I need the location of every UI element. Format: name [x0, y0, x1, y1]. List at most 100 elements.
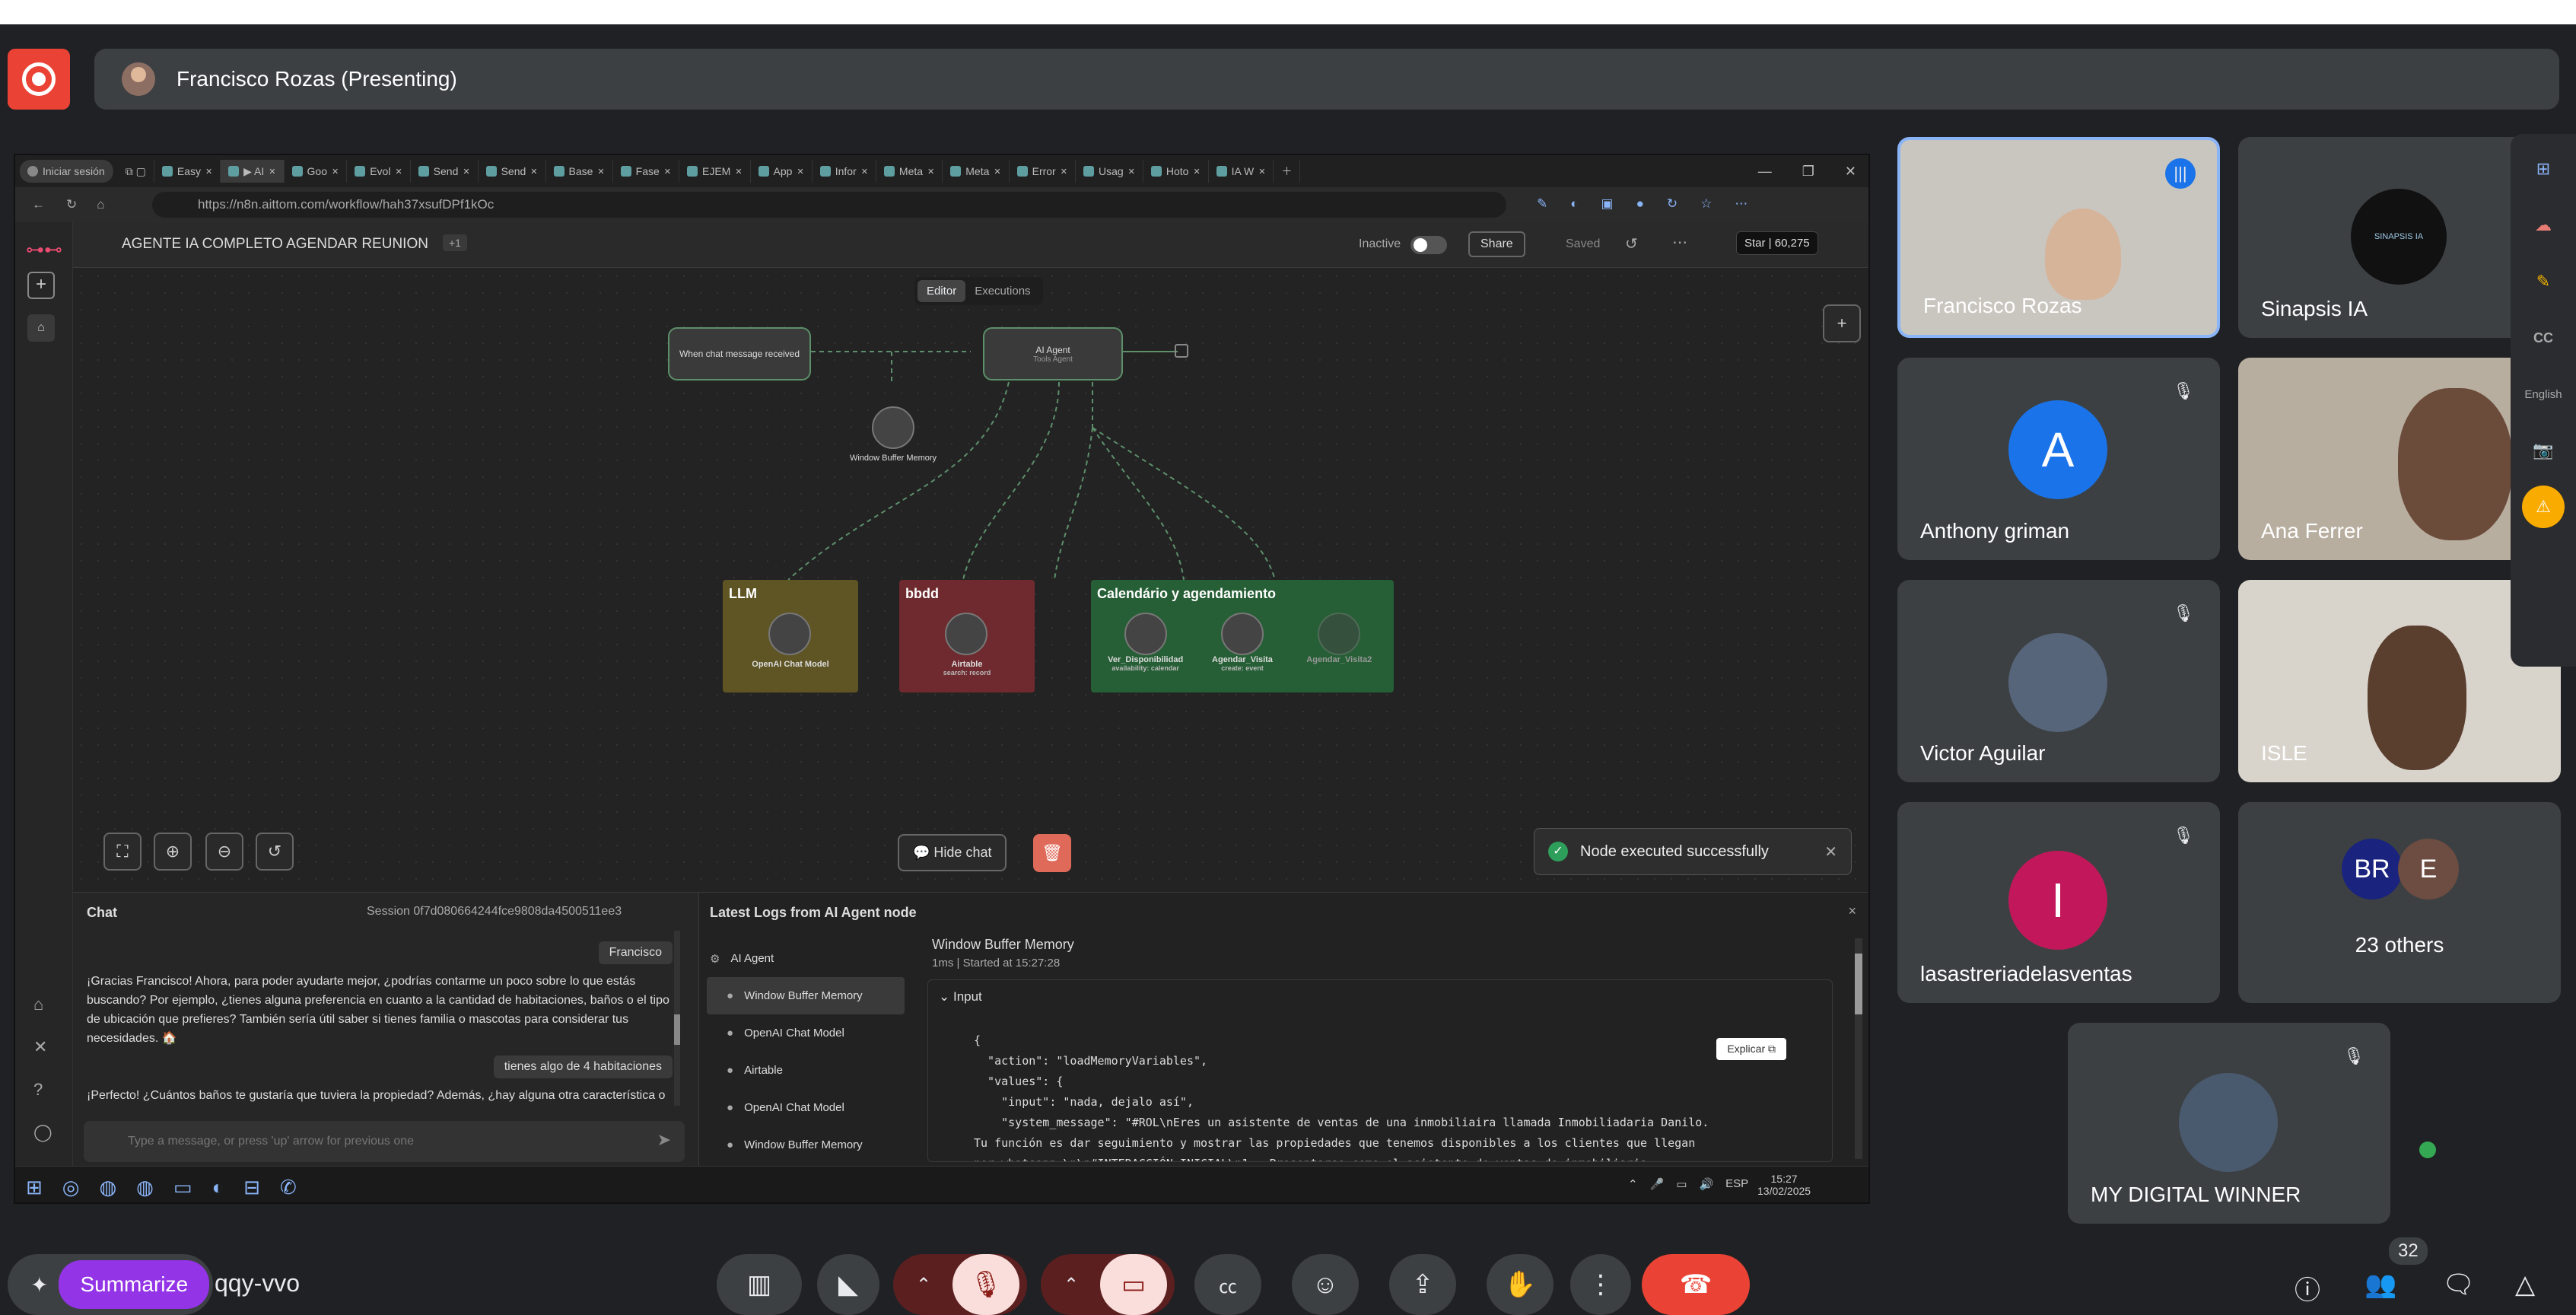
- chat-icon[interactable]: 🗨: [2442, 1269, 2475, 1300]
- browser-tab[interactable]: Easy ✕: [154, 160, 221, 183]
- mic-toggle[interactable]: ⌃ 🎙: [893, 1254, 1027, 1315]
- active-toggle[interactable]: [1410, 236, 1447, 254]
- browser-tab[interactable]: Meta ✕: [876, 160, 943, 183]
- sidebar-bottom-icons[interactable]: ⌂ ✕? ◯: [33, 983, 52, 1154]
- captions-icon[interactable]: CC: [2522, 317, 2565, 359]
- tab-close-icon[interactable]: ✕: [269, 167, 275, 177]
- leave-call-button[interactable]: ☎: [1642, 1254, 1750, 1315]
- tab-close-icon[interactable]: ✕: [1258, 167, 1265, 177]
- add-workflow-button[interactable]: +: [27, 272, 55, 299]
- pen-icon[interactable]: ✎: [2522, 260, 2565, 303]
- caption-language[interactable]: English: [2522, 373, 2565, 416]
- present-button[interactable]: ⇪: [1389, 1254, 1456, 1315]
- share-button[interactable]: Share: [1468, 231, 1525, 257]
- log-tree-item[interactable]: ● Window Buffer Memory: [707, 1126, 905, 1164]
- tab-close-icon[interactable]: ✕: [1061, 167, 1067, 177]
- tab-close-icon[interactable]: ✕: [597, 167, 604, 177]
- participant-tile[interactable]: A 🎙 Anthony griman: [1897, 358, 2220, 560]
- apps-icon[interactable]: ⊞: [2522, 148, 2565, 190]
- tab-actions-icon[interactable]: ⧉ ▢: [118, 160, 154, 183]
- node-airtable[interactable]: [945, 613, 987, 655]
- participant-tile[interactable]: I 🎙 lasastreriadelasventas: [1897, 802, 2220, 1003]
- activities-icon[interactable]: △: [2515, 1269, 2535, 1300]
- log-tree-item[interactable]: ● OpenAI Chat Model: [707, 1089, 905, 1126]
- send-icon[interactable]: ➤: [657, 1130, 671, 1150]
- people-icon[interactable]: 👥: [2365, 1269, 2396, 1300]
- more-icon[interactable]: ⋯: [1672, 233, 1687, 252]
- log-tree-item[interactable]: ● Window Buffer Memory: [707, 977, 905, 1014]
- workflow-canvas[interactable]: Editor Executions + When chat message re…: [73, 268, 1868, 892]
- participant-tile[interactable]: ||| Francisco Rozas: [1897, 137, 2220, 338]
- tab-close-icon[interactable]: ✕: [994, 167, 1000, 177]
- warning-icon[interactable]: ⚠: [2522, 486, 2565, 528]
- browser-tab[interactable]: Hoto ✕: [1143, 160, 1209, 183]
- explain-button[interactable]: Explicar ⧉: [1716, 1038, 1786, 1060]
- participant-tile[interactable]: 🎙 MY DIGITAL WINNER: [2068, 1023, 2390, 1224]
- log-tree-item[interactable]: ● OpenAI Chat Model: [707, 1014, 905, 1052]
- zoom-in-button[interactable]: ⊕: [154, 833, 192, 871]
- workflow-title[interactable]: AGENTE IA COMPLETO AGENDAR REUNION: [122, 236, 428, 253]
- browser-tab[interactable]: Infor ✕: [813, 160, 876, 183]
- fit-view-button[interactable]: ⛶: [103, 833, 142, 871]
- browser-tab[interactable]: Send ✕: [479, 160, 546, 183]
- log-tree-item[interactable]: ⚙ AI Agent: [707, 940, 905, 977]
- node-agendar-visita[interactable]: Agendar_Visita create: event: [1201, 613, 1284, 672]
- tab-close-icon[interactable]: ✕: [1128, 167, 1135, 177]
- apps-bottom-icon[interactable]: ◣: [817, 1254, 879, 1315]
- home-nav-icon[interactable]: ⌂: [27, 314, 55, 342]
- browser-tab[interactable]: Base ✕: [546, 160, 613, 183]
- gallery-icon[interactable]: ▥: [717, 1254, 802, 1315]
- camera-options-icon[interactable]: ⌃: [1064, 1274, 1079, 1296]
- browser-tab[interactable]: IA W ✕: [1209, 160, 1274, 183]
- participant-tile[interactable]: 🎙 Victor Aguilar: [1897, 580, 2220, 782]
- node-agendar-visita2[interactable]: Agendar_Visita2: [1297, 613, 1381, 672]
- info-icon[interactable]: ⓘ: [2295, 1269, 2320, 1307]
- close-window-icon[interactable]: ✕: [1845, 164, 1856, 180]
- tab-close-icon[interactable]: ✕: [861, 167, 868, 177]
- add-connection-icon[interactable]: [1175, 344, 1188, 358]
- delete-chat-button[interactable]: 🗑: [1033, 834, 1071, 872]
- extension-icons[interactable]: ✎ ◐ ▣ ● ↻ ☆ ⋯: [1537, 196, 1748, 212]
- browser-tab[interactable]: App ✕: [751, 160, 813, 183]
- more-options-button[interactable]: ⋮: [1570, 1254, 1631, 1315]
- history-icon[interactable]: ↺: [1625, 234, 1638, 253]
- mic-off-button[interactable]: 🎙: [952, 1254, 1020, 1315]
- tab-close-icon[interactable]: ✕: [735, 167, 742, 177]
- others-tile[interactable]: BR E 23 others: [2238, 802, 2561, 1003]
- tab-close-icon[interactable]: ✕: [1193, 167, 1200, 177]
- summarize-button[interactable]: Summarize: [59, 1260, 210, 1309]
- home-icon[interactable]: ⌂: [97, 197, 104, 212]
- browser-tab[interactable]: ▶ AI ✕: [221, 160, 285, 183]
- camera-icon[interactable]: 📷: [2522, 429, 2565, 472]
- hide-chat-button[interactable]: 💬 Hide chat: [898, 834, 1007, 871]
- browser-tab[interactable]: Meta ✕: [943, 160, 1010, 183]
- chat-input[interactable]: [128, 1130, 630, 1153]
- address-bar[interactable]: https://n8n.aittom.com/workflow/hah37xsu…: [152, 192, 1506, 218]
- browser-tab[interactable]: EJEM ✕: [679, 160, 751, 183]
- minimize-icon[interactable]: —: [1758, 164, 1772, 180]
- reload-icon[interactable]: ↻: [66, 197, 77, 212]
- tab-close-icon[interactable]: ✕: [205, 167, 212, 177]
- tab-close-icon[interactable]: ✕: [927, 167, 934, 177]
- browser-tab[interactable]: Fase ✕: [613, 160, 679, 183]
- mic-options-icon[interactable]: ⌃: [916, 1274, 931, 1296]
- emoji-button[interactable]: ☺: [1292, 1254, 1359, 1315]
- captions-button[interactable]: ㏄: [1194, 1254, 1261, 1315]
- github-star-button[interactable]: Star | 60,275: [1736, 231, 1818, 255]
- node-ai-agent[interactable]: AI Agent Tools Agent: [983, 327, 1123, 380]
- log-tree-item[interactable]: ● Airtable: [707, 1052, 905, 1089]
- node-chat-trigger[interactable]: When chat message received: [668, 327, 811, 380]
- tab-close-icon[interactable]: ✕: [332, 167, 339, 177]
- browser-tab[interactable]: Evol ✕: [347, 160, 411, 183]
- logs-close-icon[interactable]: ×: [1848, 903, 1856, 919]
- chat-scrollbar[interactable]: [674, 931, 680, 1106]
- browser-tab[interactable]: Goo ✕: [285, 160, 348, 183]
- tab-close-icon[interactable]: ✕: [664, 167, 671, 177]
- taskbar-apps[interactable]: ⊞ ◎ ◍ ◍ ▭ ◐ ⊟ ✆: [26, 1176, 297, 1199]
- browser-tab[interactable]: Error ✕: [1010, 160, 1076, 183]
- node-memory[interactable]: [872, 406, 914, 449]
- back-icon[interactable]: ←: [32, 197, 45, 212]
- camera-toggle[interactable]: ⌃ ▭: [1041, 1254, 1175, 1315]
- browser-tab[interactable]: Usag ✕: [1076, 160, 1143, 183]
- tab-close-icon[interactable]: ✕: [797, 167, 803, 177]
